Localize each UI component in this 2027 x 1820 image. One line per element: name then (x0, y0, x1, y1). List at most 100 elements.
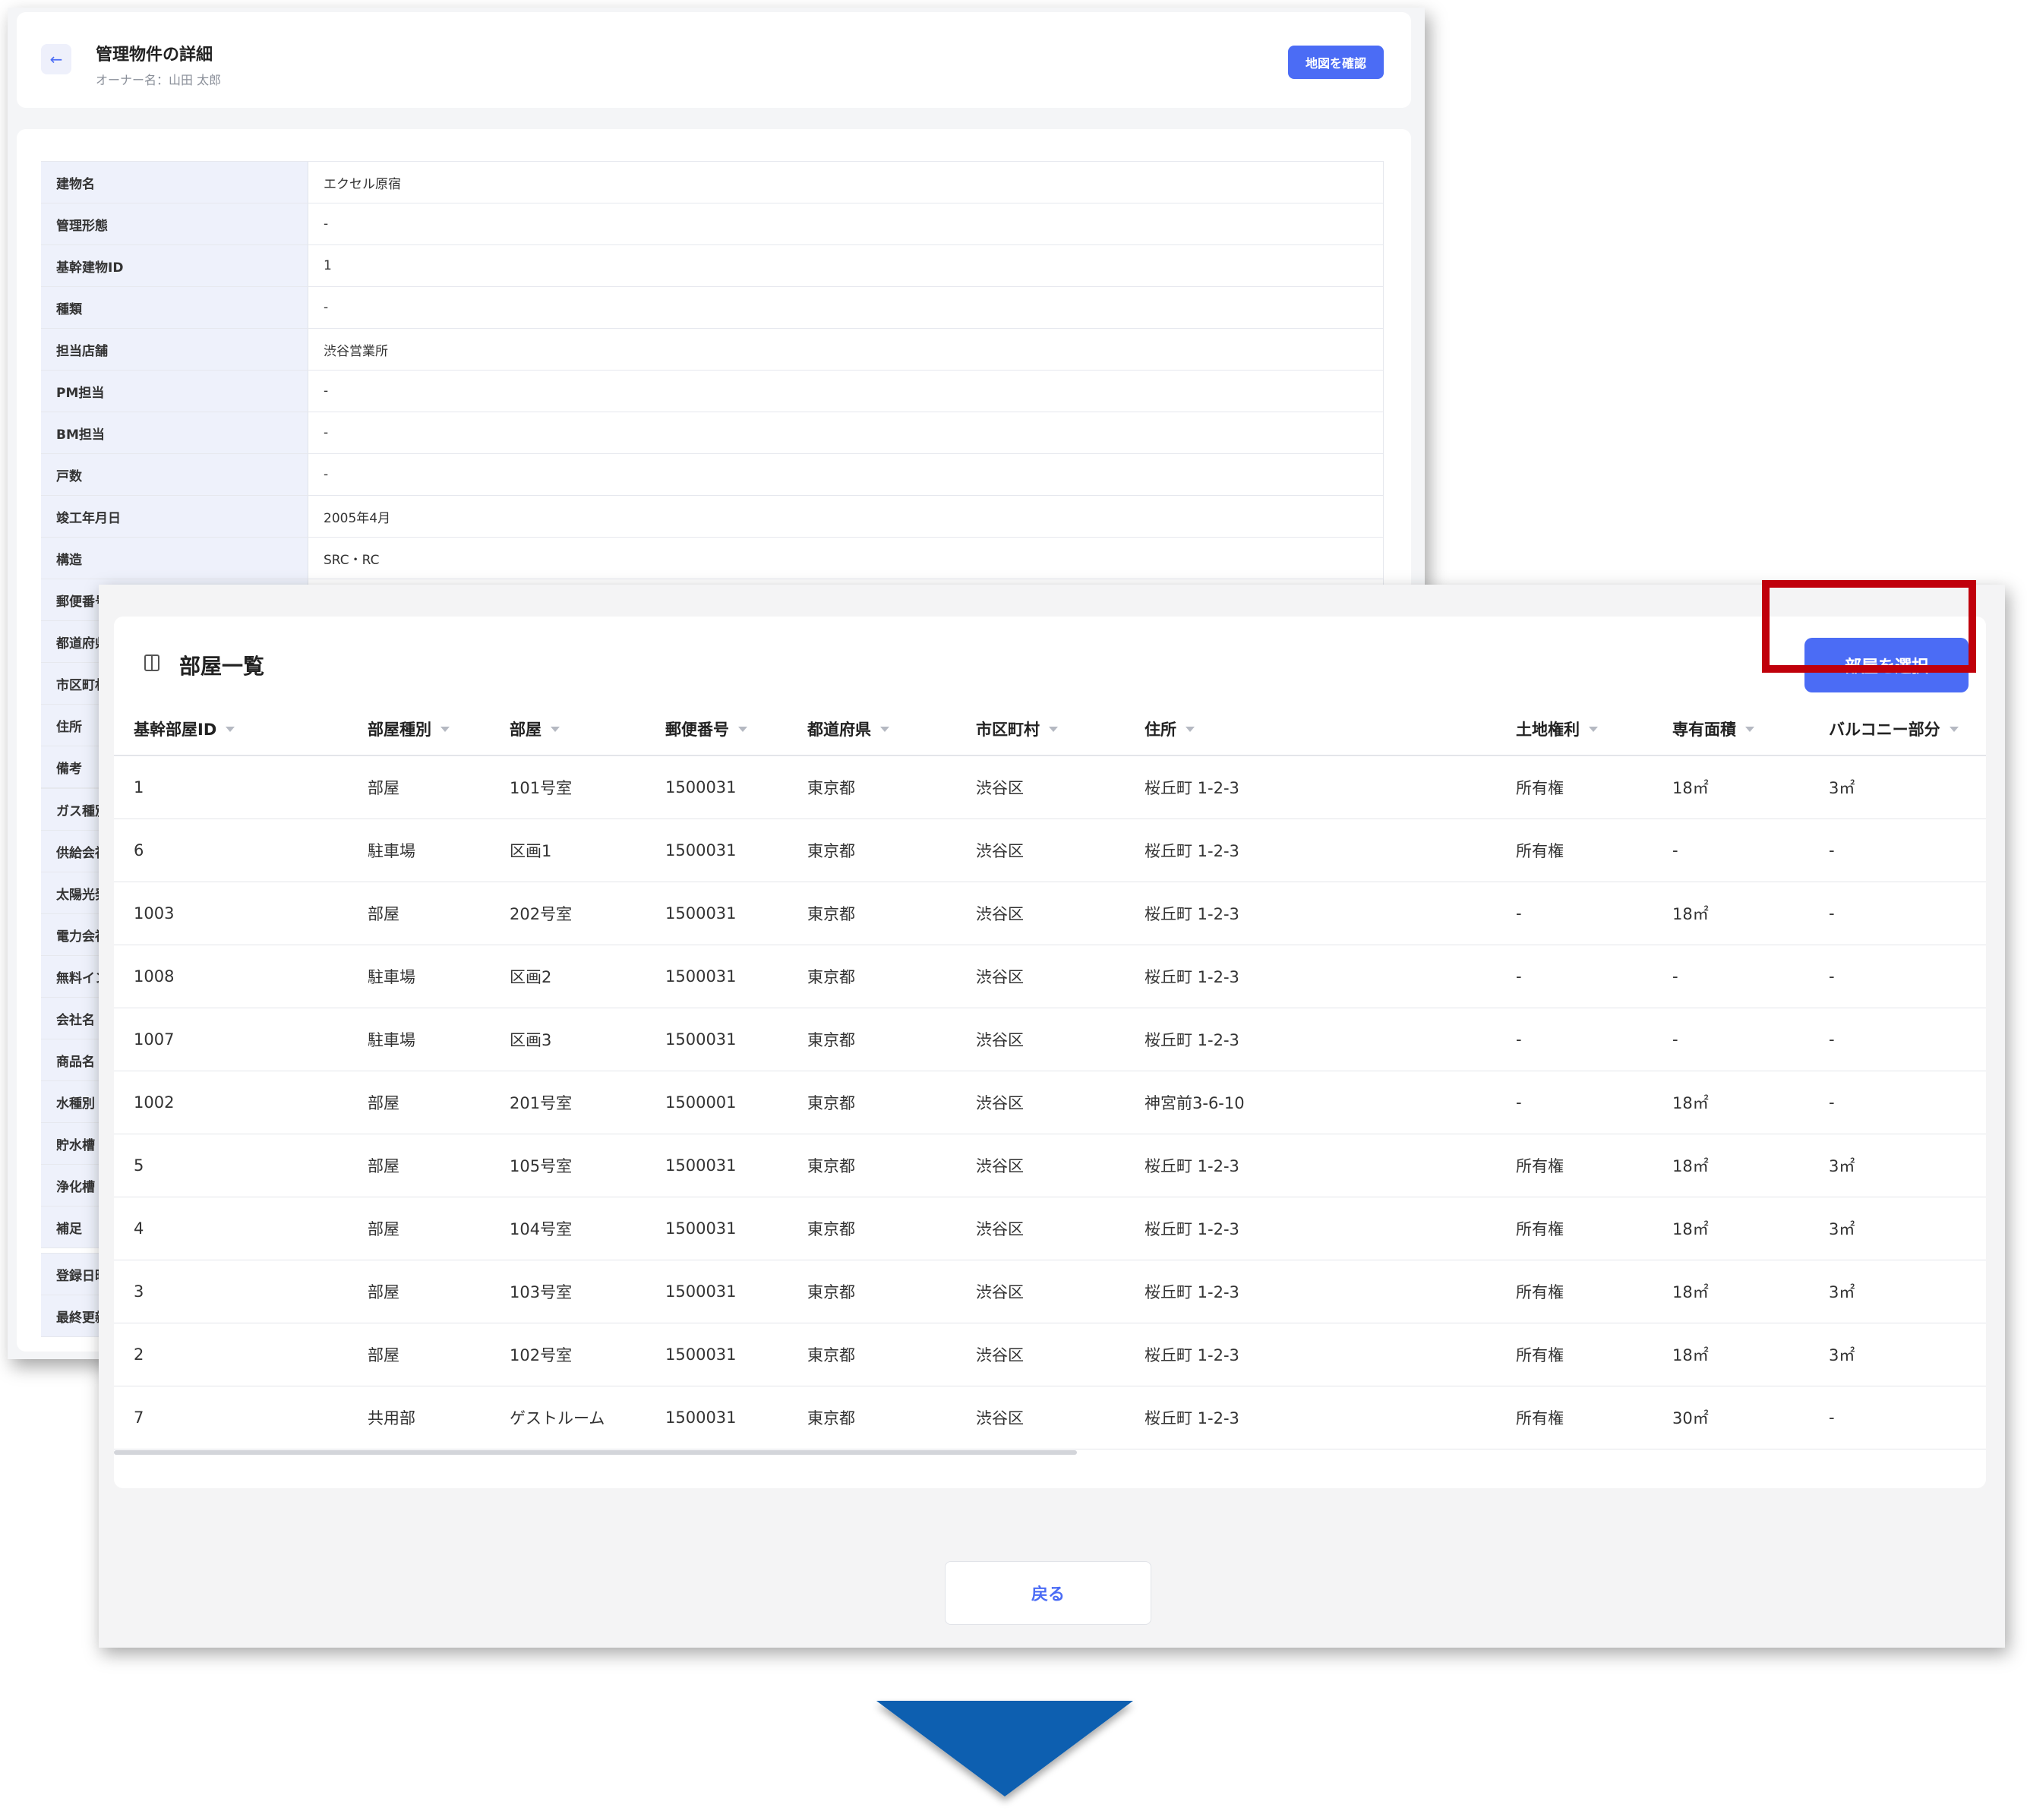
column-header[interactable]: 専有面積 (1653, 718, 1809, 740)
table-cell: 所有権 (1516, 1157, 1564, 1175)
sort-caret-icon[interactable] (1745, 726, 1754, 732)
table-cell: - (1829, 1093, 1835, 1112)
table-cell: 1008 (134, 967, 175, 986)
detail-label: 構造 (41, 538, 308, 579)
table-cell: 桜丘町 1-2-3 (1145, 905, 1239, 923)
table-cell: 1500001 (665, 1093, 737, 1112)
table-cell: 1007 (134, 1030, 175, 1049)
column-header[interactable]: 住所 (1125, 718, 1496, 740)
table-row[interactable]: 1007 駐車場 区画3 1500031 東京都 渋谷区 桜丘町 1-2-3 - - - (114, 1008, 1986, 1071)
horizontal-scrollbar[interactable] (114, 1450, 1077, 1455)
table-cell: 3㎡ (1829, 1220, 1855, 1238)
column-header[interactable]: バルコニー部分 (1809, 718, 1986, 740)
table-cell: 201号室 (510, 1094, 573, 1112)
column-header-label: バルコニー部分 (1829, 721, 1940, 739)
table-row[interactable]: 3 部屋 103号室 1500031 東京都 渋谷区 桜丘町 1-2-3 所有権 18㎡ 3㎡ (114, 1260, 1986, 1323)
detail-row: 建物名 エクセル原宿 (41, 162, 1384, 203)
table-cell: 104号室 (510, 1220, 573, 1238)
sort-caret-icon[interactable] (738, 726, 747, 732)
column-header-label: 基幹部屋ID (134, 721, 217, 739)
sort-caret-icon[interactable] (226, 726, 235, 732)
table-cell: 部屋 (368, 1346, 399, 1364)
table-cell: 1500031 (665, 1156, 737, 1175)
detail-label: 担当店舗 (41, 329, 308, 370)
column-header[interactable]: 都道府県 (788, 718, 956, 740)
table-row[interactable]: 7 共用部 ゲストルーム 1500031 東京都 渋谷区 桜丘町 1-2-3 所有権 30㎡ - (114, 1386, 1986, 1449)
detail-value: - (308, 371, 1384, 412)
table-cell: - (1829, 1408, 1835, 1427)
table-row[interactable]: 1003 部屋 202号室 1500031 東京都 渋谷区 桜丘町 1-2-3 - 18㎡ - (114, 882, 1986, 945)
column-header[interactable]: 基幹部屋ID (114, 718, 348, 740)
column-header-label: 市区町村 (976, 721, 1040, 739)
sort-caret-icon[interactable] (880, 726, 889, 732)
table-cell: 部屋 (368, 905, 399, 923)
table-cell: 渋谷区 (976, 779, 1024, 797)
table-cell: 駐車場 (368, 842, 415, 860)
column-header-label: 部屋種別 (368, 721, 431, 739)
table-cell: - (1672, 841, 1678, 860)
table-cell: - (1516, 1030, 1522, 1049)
arrow-left-icon: ← (49, 50, 63, 68)
table-cell: 桜丘町 1-2-3 (1145, 842, 1239, 860)
sort-caret-icon[interactable] (1589, 726, 1598, 732)
table-row[interactable]: 1008 駐車場 区画2 1500031 東京都 渋谷区 桜丘町 1-2-3 - - - (114, 945, 1986, 1008)
column-header-label: 専有面積 (1672, 721, 1736, 739)
detail-label: PM担当 (41, 371, 308, 412)
table-cell: 6 (134, 841, 144, 860)
table-row[interactable]: 4 部屋 104号室 1500031 東京都 渋谷区 桜丘町 1-2-3 所有権 18㎡ 3㎡ (114, 1197, 1986, 1260)
select-room-button[interactable]: 部屋を選択 (1804, 638, 1969, 692)
sort-caret-icon[interactable] (440, 726, 450, 732)
table-cell: 駐車場 (368, 968, 415, 986)
table-row[interactable]: 6 駐車場 区画1 1500031 東京都 渋谷区 桜丘町 1-2-3 所有権 - - (114, 819, 1986, 882)
map-confirm-button[interactable]: 地図を確認 (1288, 46, 1384, 79)
table-cell: 渋谷区 (976, 968, 1024, 986)
return-button[interactable]: 戻る (945, 1561, 1151, 1625)
table-cell: 18㎡ (1672, 1283, 1709, 1301)
table-cell: - (1672, 967, 1678, 986)
table-cell: 18㎡ (1672, 1346, 1709, 1364)
table-cell: 1500031 (665, 904, 737, 923)
detail-label: 戸数 (41, 454, 308, 495)
detail-label: BM担当 (41, 412, 308, 453)
back-arrow-button[interactable]: ← (41, 44, 71, 74)
column-header[interactable]: 部屋 (490, 718, 646, 740)
column-header[interactable]: 市区町村 (956, 718, 1125, 740)
detail-label: 管理形態 (41, 203, 308, 244)
table-row[interactable]: 1 部屋 101号室 1500031 東京都 渋谷区 桜丘町 1-2-3 所有権 18㎡ 3㎡ (114, 756, 1986, 819)
table-cell: 桜丘町 1-2-3 (1145, 1409, 1239, 1427)
table-cell: 駐車場 (368, 1031, 415, 1049)
table-cell: 3㎡ (1829, 1346, 1855, 1364)
table-cell: 桜丘町 1-2-3 (1145, 1157, 1239, 1175)
table-cell: 1002 (134, 1093, 175, 1112)
table-row[interactable]: 2 部屋 102号室 1500031 東京都 渋谷区 桜丘町 1-2-3 所有権 18㎡ 3㎡ (114, 1323, 1986, 1386)
table-cell: 桜丘町 1-2-3 (1145, 1220, 1239, 1238)
table-row[interactable]: 5 部屋 105号室 1500031 東京都 渋谷区 桜丘町 1-2-3 所有権 18㎡ 3㎡ (114, 1134, 1986, 1197)
table-cell: 105号室 (510, 1157, 573, 1175)
table-cell: 部屋 (368, 1157, 399, 1175)
detail-value: 渋谷営業所 (308, 329, 1384, 370)
column-header[interactable]: 部屋種別 (348, 718, 490, 740)
detail-row: PM担当 - (41, 371, 1384, 412)
table-cell: - (1829, 841, 1835, 860)
table-cell: 18㎡ (1672, 1094, 1709, 1112)
sort-caret-icon[interactable] (1949, 726, 1959, 732)
room-list-window: 部屋一覧 部屋を選択 基幹部屋ID 部屋種別 部屋 郵便番号 都道府県 市区町村 住所 土地権… (99, 580, 2005, 1648)
owner-name: オーナー名：山田 太郎 (96, 73, 222, 87)
table-cell: 東京都 (807, 842, 855, 860)
table-cell: 渋谷区 (976, 842, 1024, 860)
column-header[interactable]: 郵便番号 (646, 718, 788, 740)
table-cell: 区画2 (510, 968, 552, 986)
detail-value: 1 (308, 245, 1384, 286)
sort-caret-icon[interactable] (1049, 726, 1058, 732)
table-cell: 桜丘町 1-2-3 (1145, 1283, 1239, 1301)
table-cell: 5 (134, 1156, 144, 1175)
table-cell: 東京都 (807, 905, 855, 923)
table-cell: 18㎡ (1672, 1157, 1709, 1175)
column-header[interactable]: 土地権利 (1496, 718, 1653, 740)
table-row[interactable]: 1002 部屋 201号室 1500001 東京都 渋谷区 神宮前3-6-10 - 18㎡ - (114, 1071, 1986, 1134)
table-cell: 2 (134, 1345, 144, 1364)
sort-caret-icon[interactable] (1186, 726, 1195, 732)
table-cell: - (1516, 904, 1522, 923)
table-cell: 東京都 (807, 1157, 855, 1175)
sort-caret-icon[interactable] (551, 726, 560, 732)
